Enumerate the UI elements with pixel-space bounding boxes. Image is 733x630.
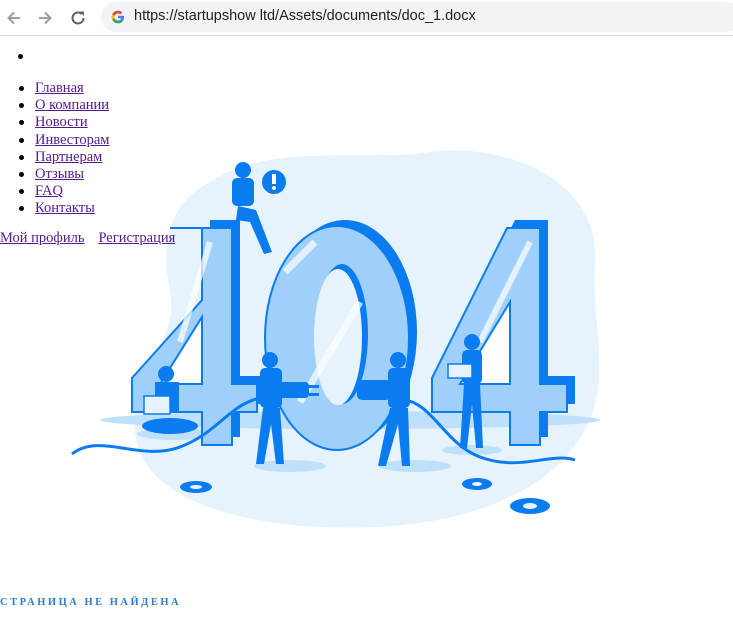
register-link[interactable]: Регистрация bbox=[98, 230, 175, 246]
browser-toolbar: https://startupshow ltd/Assets/documents… bbox=[0, 0, 733, 36]
back-button[interactable] bbox=[2, 6, 26, 30]
my-profile-link[interactable]: Мой профиль bbox=[0, 230, 84, 246]
url-text[interactable]: https://startupshow ltd/Assets/documents… bbox=[134, 8, 476, 24]
page-content: Главная О компании Новости Инвесторам Па… bbox=[0, 36, 733, 630]
error-404-illustration bbox=[71, 150, 600, 528]
error-message: СТРАНИЦА НЕ НАЙДЕНА bbox=[0, 597, 182, 608]
menu-item-news: Новости bbox=[0, 114, 109, 131]
menu-link-faq[interactable]: FAQ bbox=[35, 183, 63, 199]
gear-icon-left bbox=[180, 481, 212, 493]
menu-link-news[interactable]: Новости bbox=[35, 114, 88, 130]
reload-icon bbox=[71, 11, 85, 25]
empty-list-item bbox=[18, 54, 23, 59]
google-g-icon bbox=[111, 10, 124, 24]
back-arrow-icon bbox=[7, 11, 20, 25]
reload-button[interactable] bbox=[66, 6, 90, 30]
menu-link-home[interactable]: Главная bbox=[35, 80, 84, 96]
address-bar[interactable]: https://startupshow ltd/Assets/documents… bbox=[101, 2, 733, 32]
forward-button[interactable] bbox=[33, 6, 57, 30]
profile-links: Мой профиль Регистрация bbox=[0, 230, 175, 247]
menu-link-about[interactable]: О компании bbox=[35, 97, 109, 113]
menu-item-about: О компании bbox=[0, 97, 109, 114]
menu-item-home: Главная bbox=[0, 80, 109, 97]
forward-arrow-icon bbox=[39, 11, 52, 25]
